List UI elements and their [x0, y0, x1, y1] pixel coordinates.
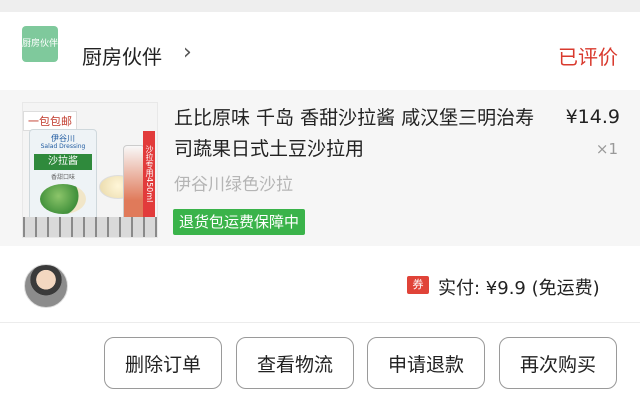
bag-brand-en: Salad Dressing [40, 143, 86, 150]
product-title[interactable]: 丘比原味 千岛 香甜沙拉酱 咸汉堡三明治寿司蔬果日式土豆沙拉用 [174, 103, 552, 165]
delete-order-button[interactable]: 删除订单 [104, 337, 222, 389]
bag-label: 沙拉酱 [34, 154, 92, 170]
shop-logo-icon[interactable]: 厨房伙伴 [22, 26, 58, 62]
product-price: ¥14.9 [565, 106, 620, 128]
product-shop-line: 伊谷川绿色沙拉 [174, 175, 293, 195]
order-status: 已评价 [558, 45, 618, 69]
product-thumbnail[interactable]: 一包包邮 伊谷川 Salad Dressing 沙拉酱 香甜口味 沙拉专用450… [22, 102, 158, 238]
side-banner: 沙拉专用450ml [143, 131, 155, 217]
shop-name-link[interactable]: 厨房伙伴 [82, 41, 162, 70]
sauce-bag-illustration: 伊谷川 Salad Dressing 沙拉酱 香甜口味 [29, 129, 97, 227]
product-quantity: ×1 [595, 140, 618, 158]
coupon-badge-icon: 券 [407, 276, 429, 294]
bottle-icon [123, 145, 145, 225]
view-logistics-button[interactable]: 查看物流 [236, 337, 354, 389]
avatar[interactable] [24, 264, 68, 308]
buy-again-button[interactable]: 再次购买 [499, 337, 617, 389]
floor-decoration [23, 217, 157, 237]
return-guarantee-badge[interactable]: 退货包运费保障中 [173, 209, 306, 235]
shop-logo-text: 厨房伙伴 [22, 38, 59, 49]
promo-tag: 一包包邮 [23, 111, 77, 131]
divider [0, 322, 640, 323]
paid-amount: 实付: ¥9.9 (免运费) [438, 278, 600, 299]
top-strip [0, 0, 640, 12]
chevron-right-icon[interactable]: › [183, 40, 192, 65]
bag-sub-label: 香甜口味 [50, 174, 75, 181]
salad-bowl-icon [40, 184, 86, 214]
request-refund-button[interactable]: 申请退款 [367, 337, 485, 389]
